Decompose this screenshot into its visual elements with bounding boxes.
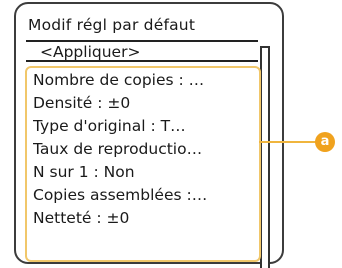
callout-line	[259, 141, 319, 143]
list-item-reproduction-ratio[interactable]: Taux de reproductio…	[33, 138, 259, 161]
apply-label: <Appliquer>	[40, 43, 141, 61]
list-item-density[interactable]: Densité : ±0	[33, 92, 259, 115]
screen-title: Modif régl par défaut	[28, 16, 196, 34]
callout-badge-a: a	[315, 132, 335, 152]
lcd-screen: Modif régl par défaut <Appliquer> Nombre…	[18, 6, 280, 268]
apply-button[interactable]: <Appliquer>	[26, 40, 258, 62]
apply-underline	[26, 60, 258, 62]
list-item-n-on-1[interactable]: N sur 1 : Non	[33, 161, 259, 184]
list-item-copies[interactable]: Nombre de copies : …	[33, 69, 259, 92]
settings-list: Nombre de copies : … Densité : ±0 Type d…	[33, 69, 259, 230]
list-item-collate[interactable]: Copies assemblées :…	[33, 184, 259, 207]
scrollbar[interactable]	[260, 46, 270, 268]
list-item-original-type[interactable]: Type d'original : T…	[33, 115, 259, 138]
list-item-sharpness[interactable]: Netteté : ±0	[33, 207, 259, 230]
